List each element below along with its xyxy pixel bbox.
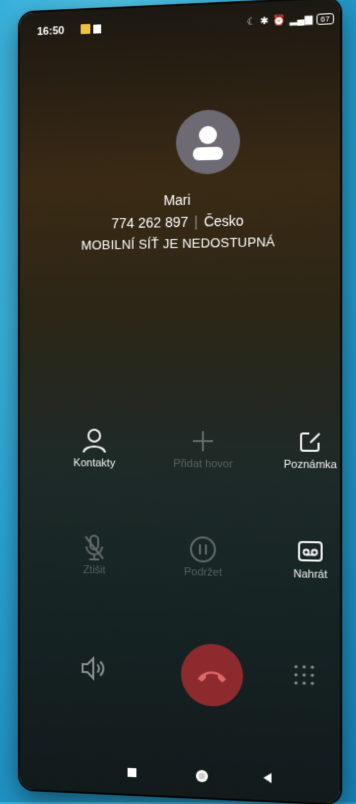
hold-icon (189, 535, 217, 564)
triangle-back-icon (263, 772, 272, 784)
person-icon (192, 125, 223, 161)
moon-icon: ☾ (246, 16, 257, 28)
status-time: 16:50 (37, 25, 65, 39)
record-button[interactable]: Nahrát (264, 533, 340, 581)
caller-avatar (176, 108, 241, 176)
caller-location: Česko (203, 212, 244, 230)
alarm-icon: ⏰ (272, 15, 286, 27)
hold-label: Podržet (183, 566, 222, 579)
contacts-label: Kontakty (73, 457, 116, 470)
contact-icon (82, 428, 107, 454)
add-call-icon (191, 429, 215, 453)
notification-icons (80, 22, 103, 38)
speaker-button[interactable] (80, 655, 107, 687)
back-button[interactable] (260, 771, 274, 791)
dialpad-icon (294, 664, 315, 686)
note-button[interactable]: Poznámka (264, 424, 340, 471)
caller-name: Mari (163, 191, 191, 209)
signal-icon: ▂▄▆ (289, 13, 313, 27)
caller-number: 774 262 897 (111, 213, 189, 232)
end-call-button[interactable] (180, 643, 244, 708)
phone-screen: 16:50 ☾ ✱ ⏰ ▂▄▆ 67 Mari 774 262 897 | Česk… (19, 0, 341, 804)
caller-info: Mari 774 262 897 | Česko MOBILNÍ SÍŤ JE NE… (20, 188, 340, 254)
record-icon (297, 539, 324, 564)
status-icons: ☾ ✱ ⏰ ▂▄▆ 67 (247, 13, 334, 28)
record-label: Nahrát (293, 568, 328, 582)
status-bar: 16:50 ☾ ✱ ⏰ ▂▄▆ 67 (20, 9, 340, 43)
navigation-bar (20, 754, 340, 798)
recents-button[interactable] (125, 765, 139, 785)
circle-icon (195, 769, 208, 783)
square-icon (127, 767, 137, 778)
end-call-icon (197, 671, 227, 683)
mute-icon (83, 534, 106, 562)
mute-button[interactable]: Ztišit (51, 530, 139, 577)
add-call-label: Přidat hovor (173, 457, 233, 471)
gallery-icon (81, 24, 103, 35)
mute-label: Ztišit (82, 564, 106, 577)
dialpad-button[interactable] (293, 664, 316, 692)
caller-number-line: 774 262 897 | Česko (20, 210, 340, 233)
note-icon (298, 429, 323, 453)
separator: | (194, 213, 198, 230)
hold-button[interactable]: Podržet (158, 532, 248, 580)
speaker-icon (80, 655, 107, 682)
bluetooth-icon: ✱ (260, 15, 269, 28)
note-label: Poznámka (283, 458, 338, 472)
contacts-button[interactable]: Kontakty (51, 424, 139, 470)
add-call-button[interactable]: Přidat hovor (158, 424, 248, 471)
call-status: MOBILNÍ SÍŤ JE NEDOSTUPNÁ (81, 234, 276, 253)
battery-icon: 67 (316, 13, 334, 25)
home-button[interactable] (194, 768, 210, 790)
